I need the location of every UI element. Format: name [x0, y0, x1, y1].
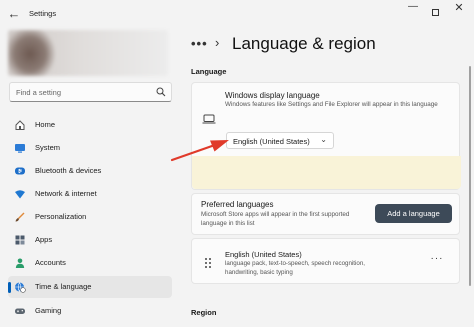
- bluetooth-icon: [15, 167, 25, 175]
- home-icon: [15, 120, 25, 130]
- sidebar-item-personalization[interactable]: Personalization: [8, 206, 172, 228]
- sidebar-item-label: Accounts: [35, 258, 66, 267]
- sidebar-item-label: Apps: [35, 235, 53, 244]
- sidebar-item-home[interactable]: Home: [8, 114, 172, 136]
- chevron-right-icon: ›: [215, 35, 220, 50]
- app-title: Settings: [29, 9, 57, 18]
- drag-handle-icon[interactable]: [204, 257, 212, 269]
- person-icon: [15, 258, 25, 268]
- language-list-item[interactable]: English (United States) language pack, t…: [191, 238, 460, 284]
- sidebar-item-label: Network & internet: [35, 189, 97, 198]
- display-language-description: Windows features like Settings and File …: [225, 101, 438, 108]
- display-language-title: Windows display language: [225, 91, 320, 100]
- sidebar-item-label: Personalization: [35, 212, 87, 221]
- language-features: language pack, text-to-speech, speech re…: [225, 260, 365, 276]
- preferred-languages-title: Preferred languages: [201, 200, 274, 209]
- search-box[interactable]: [9, 82, 172, 102]
- breadcrumb-more-button[interactable]: •••: [191, 36, 208, 51]
- section-label-language: Language: [191, 67, 227, 76]
- back-arrow-icon[interactable]: ←: [6, 6, 22, 22]
- minimize-icon[interactable]: —: [403, 1, 423, 15]
- sidebar-item-label: System: [35, 143, 61, 152]
- more-options-icon[interactable]: ···: [429, 254, 445, 267]
- display-language-select[interactable]: English (United States) ⌄: [226, 132, 334, 149]
- chevron-down-icon: ⌄: [320, 135, 327, 144]
- selected-indicator: [8, 282, 11, 293]
- scrollbar[interactable]: [469, 66, 471, 286]
- maximize-icon[interactable]: [425, 3, 445, 17]
- highlight-band: [192, 156, 461, 189]
- sidebar-item-apps[interactable]: Apps: [8, 229, 172, 251]
- page-title: Language & region: [232, 34, 376, 53]
- laptop-icon: [202, 114, 216, 124]
- add-language-button[interactable]: Add a language: [375, 204, 452, 223]
- close-icon[interactable]: ✕: [449, 1, 469, 15]
- user-profile[interactable]: [8, 30, 168, 76]
- title-bar: ← Settings — ✕: [0, 0, 474, 30]
- display-language-value: English (United States): [233, 137, 310, 146]
- preferred-languages-card: Preferred languages Microsoft Store apps…: [191, 193, 460, 235]
- monitor-icon: [15, 144, 25, 153]
- sidebar-item-label: Gaming: [35, 306, 62, 315]
- section-label-region: Region: [191, 308, 217, 317]
- sidebar-item-accounts[interactable]: Accounts: [8, 252, 172, 274]
- search-icon[interactable]: [156, 87, 166, 97]
- preferred-languages-description: Microsoft Store apps will appear in the …: [201, 211, 350, 227]
- sidebar-item-gaming[interactable]: Gaming: [8, 300, 172, 322]
- sidebar-item-label: Bluetooth & devices: [35, 166, 102, 175]
- gamepad-icon: [15, 308, 25, 314]
- sidebar-item-label: Time & language: [35, 282, 92, 291]
- sidebar-item-bluetooth[interactable]: Bluetooth & devices: [8, 160, 172, 182]
- apps-icon: [15, 235, 25, 245]
- search-input[interactable]: [16, 86, 146, 98]
- brush-icon: [15, 212, 25, 222]
- sidebar-item-label: Home: [35, 120, 56, 129]
- sidebar-item-time-language[interactable]: Time & language: [8, 276, 172, 298]
- display-language-card: Windows display language Windows feature…: [191, 82, 461, 190]
- sidebar-item-system[interactable]: System: [8, 137, 172, 159]
- globe-clock-icon: [15, 282, 26, 293]
- sidebar-item-network[interactable]: Network & internet: [8, 183, 172, 205]
- wifi-icon: [15, 190, 25, 199]
- language-name: English (United States): [225, 250, 302, 259]
